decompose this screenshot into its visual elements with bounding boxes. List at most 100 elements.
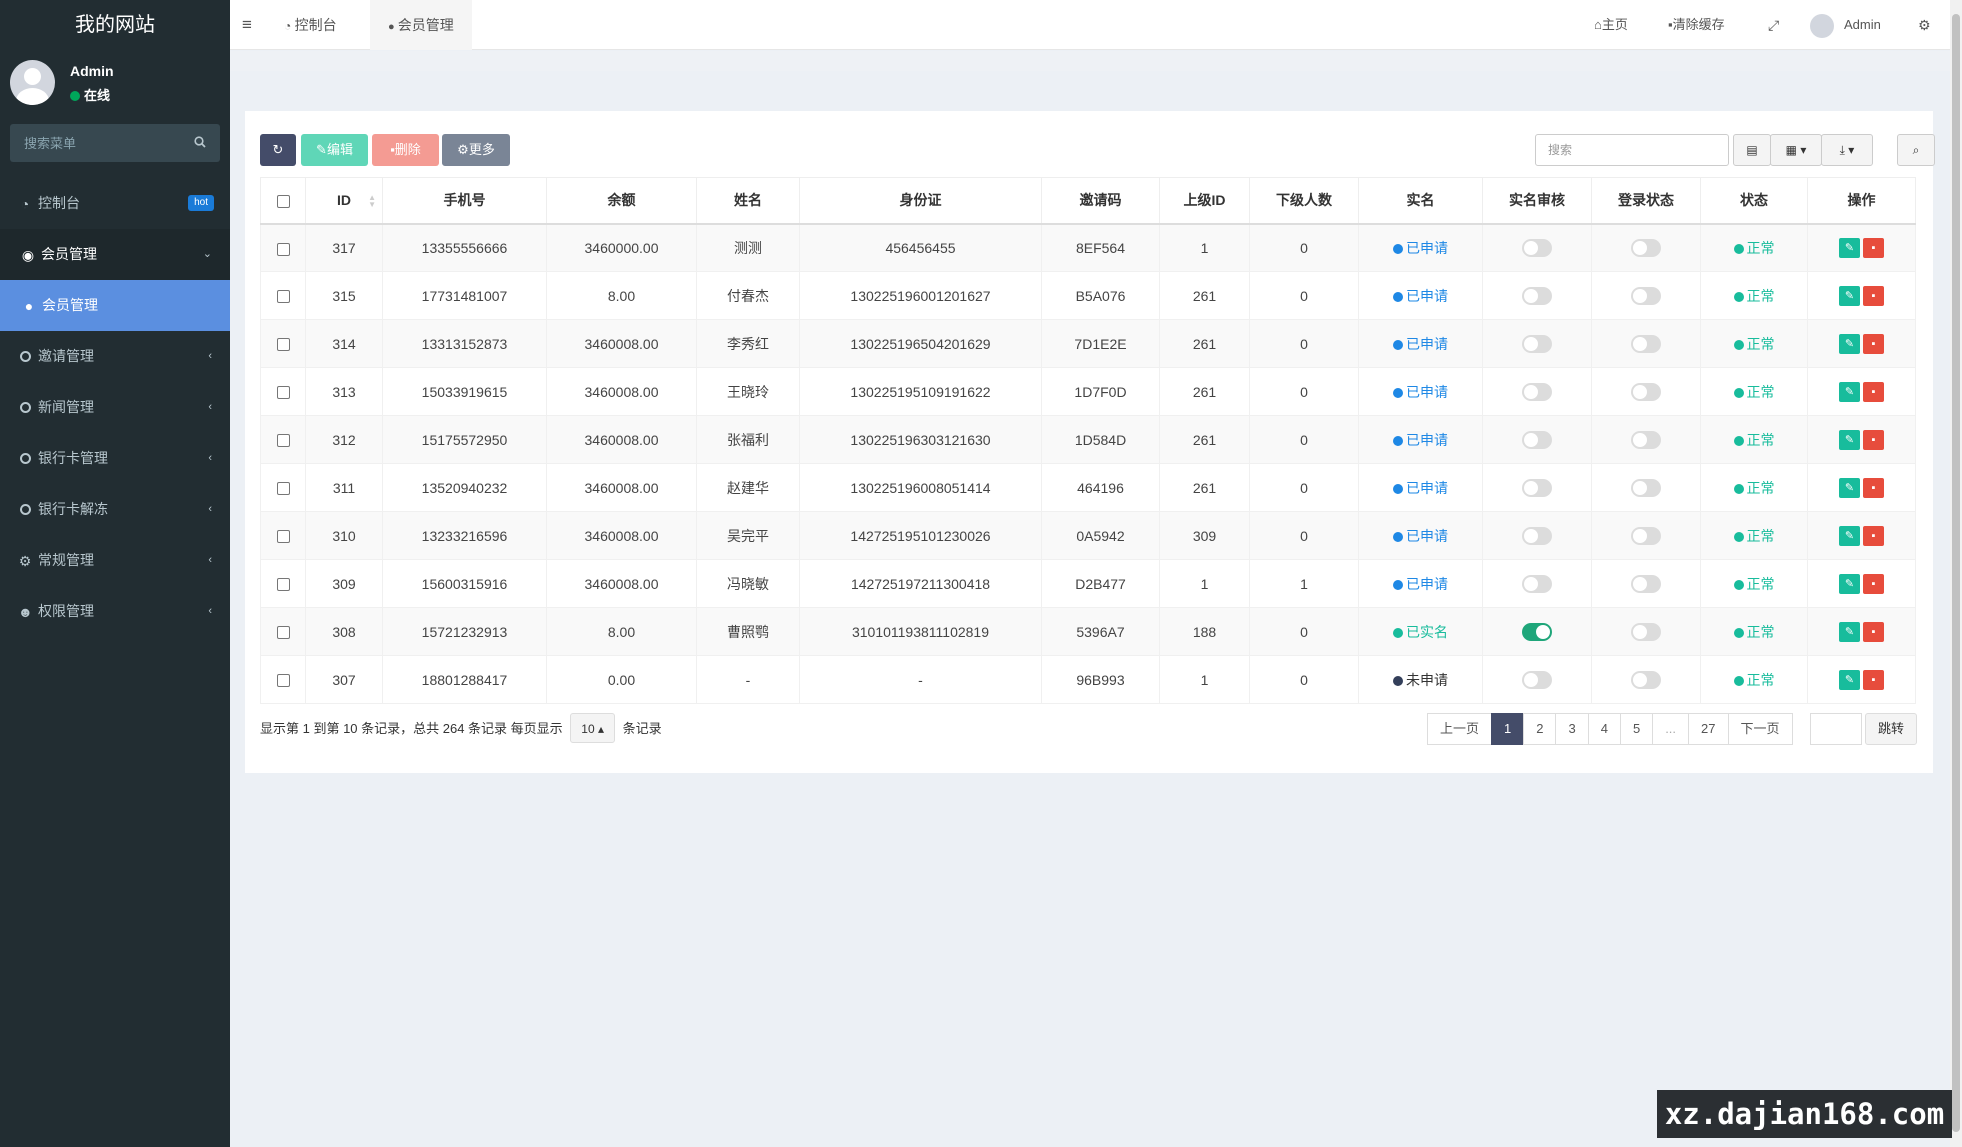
row-edit-button[interactable]: ✎ bbox=[1839, 621, 1860, 642]
page-scrollbar[interactable] bbox=[1950, 0, 1962, 1147]
realname-audit-toggle[interactable] bbox=[1522, 574, 1552, 593]
sidebar-toggle-icon[interactable]: ≡ bbox=[242, 0, 252, 50]
page-button-3[interactable]: 3 bbox=[1555, 713, 1589, 745]
search-icon[interactable] bbox=[194, 136, 206, 148]
table-row[interactable]: 310 13233216596 3460008.00 吴完平 1427251951012… bbox=[260, 511, 1916, 560]
delete-button[interactable]: ▪删除 bbox=[372, 134, 439, 166]
row-edit-button[interactable]: ✎ bbox=[1839, 573, 1860, 594]
realname-audit-toggle[interactable] bbox=[1522, 382, 1552, 401]
tab-member-management[interactable]: ● 会员管理 bbox=[370, 0, 472, 50]
column-header-id[interactable]: ID ▲ ▼ bbox=[305, 177, 383, 225]
home-link[interactable]: ⌂主页 bbox=[1594, 0, 1628, 50]
row-edit-button[interactable]: ✎ bbox=[1839, 669, 1860, 690]
login-status-toggle[interactable] bbox=[1631, 670, 1661, 689]
realname-audit-toggle[interactable] bbox=[1522, 238, 1552, 257]
row-checkbox[interactable] bbox=[276, 626, 290, 640]
table-row[interactable]: 311 13520940232 3460008.00 赵建华 1302251960080… bbox=[260, 463, 1916, 512]
login-status-toggle[interactable] bbox=[1631, 382, 1661, 401]
prev-page-button[interactable]: 上一页 bbox=[1427, 713, 1493, 745]
row-delete-button[interactable]: ▪ bbox=[1863, 669, 1884, 690]
login-status-toggle[interactable] bbox=[1631, 430, 1661, 449]
scrollbar-thumb[interactable] bbox=[1952, 14, 1960, 1132]
login-status-toggle[interactable] bbox=[1631, 622, 1661, 641]
sidebar-item-invite-management[interactable]: 邀请管理 ‹ bbox=[0, 331, 230, 382]
toggle-view-button[interactable]: ▤ bbox=[1733, 134, 1771, 166]
export-dropdown-button[interactable]: ⤓ ▾ bbox=[1821, 134, 1873, 166]
sidebar-search-input[interactable] bbox=[10, 124, 180, 162]
more-button[interactable]: ⚙更多 bbox=[442, 134, 510, 166]
row-delete-button[interactable]: ▪ bbox=[1863, 237, 1884, 258]
row-delete-button[interactable]: ▪ bbox=[1863, 429, 1884, 450]
row-edit-button[interactable]: ✎ bbox=[1839, 477, 1860, 498]
realname-audit-toggle[interactable] bbox=[1522, 334, 1552, 353]
search-toggle-button[interactable]: ⌕ bbox=[1897, 134, 1935, 166]
row-edit-button[interactable]: ✎ bbox=[1839, 525, 1860, 546]
columns-dropdown-button[interactable]: ▦ ▾ bbox=[1770, 134, 1822, 166]
table-search-input[interactable] bbox=[1535, 134, 1729, 166]
realname-audit-toggle[interactable] bbox=[1522, 670, 1552, 689]
login-status-toggle[interactable] bbox=[1631, 478, 1661, 497]
jump-page-input[interactable] bbox=[1810, 713, 1862, 745]
row-delete-button[interactable]: ▪ bbox=[1863, 285, 1884, 306]
edit-button[interactable]: ✎编辑 bbox=[301, 134, 368, 166]
row-delete-button[interactable]: ▪ bbox=[1863, 333, 1884, 354]
sidebar-item-member-management[interactable]: ◉ 会员管理 ⌄ bbox=[0, 229, 230, 280]
login-status-toggle[interactable] bbox=[1631, 334, 1661, 353]
row-delete-button[interactable]: ▪ bbox=[1863, 477, 1884, 498]
row-edit-button[interactable]: ✎ bbox=[1839, 381, 1860, 402]
table-row[interactable]: 315 17731481007 8.00 付春杰 130225196001201627 B… bbox=[260, 271, 1916, 320]
row-edit-button[interactable]: ✎ bbox=[1839, 237, 1860, 258]
table-row[interactable]: 308 15721232913 8.00 曹照鹗 310101193811102819 5… bbox=[260, 607, 1916, 656]
sidebar-item-bankcard-unfreeze[interactable]: 银行卡解冻 ‹ bbox=[0, 484, 230, 535]
realname-audit-toggle[interactable] bbox=[1522, 286, 1552, 305]
sort-icon[interactable]: ▲ ▼ bbox=[368, 194, 376, 209]
sidebar-item-bankcard-management[interactable]: 银行卡管理 ‹ bbox=[0, 433, 230, 484]
page-button-2[interactable]: 2 bbox=[1523, 713, 1557, 745]
tab-dashboard[interactable]: ◔ 控制台 bbox=[270, 0, 351, 50]
page-button-27[interactable]: 27 bbox=[1688, 713, 1729, 745]
row-checkbox[interactable] bbox=[276, 482, 290, 496]
page-button-4[interactable]: 4 bbox=[1587, 713, 1621, 745]
row-delete-button[interactable]: ▪ bbox=[1863, 621, 1884, 642]
admin-menu[interactable]: Admin bbox=[1810, 0, 1881, 50]
realname-audit-toggle[interactable] bbox=[1522, 526, 1552, 545]
table-row[interactable]: 309 15600315916 3460008.00 冯晓敏 1427251972113… bbox=[260, 559, 1916, 608]
table-row[interactable]: 312 15175572950 3460008.00 张福利 1302251963031… bbox=[260, 415, 1916, 464]
table-row[interactable]: 307 18801288417 0.00- -96B993 1 0 未申请 正常 ✎ ▪ bbox=[260, 655, 1916, 704]
page-size-dropdown[interactable]: 10 ▴ bbox=[570, 713, 616, 743]
row-checkbox[interactable] bbox=[276, 434, 290, 448]
login-status-toggle[interactable] bbox=[1631, 238, 1661, 257]
row-delete-button[interactable]: ▪ bbox=[1863, 381, 1884, 402]
row-checkbox[interactable] bbox=[276, 578, 290, 592]
login-status-toggle[interactable] bbox=[1631, 286, 1661, 305]
sidebar-subitem-member-management[interactable]: ● 会员管理 bbox=[0, 280, 230, 331]
select-all-checkbox[interactable] bbox=[276, 195, 290, 209]
sidebar-item-general-management[interactable]: ⚙ 常规管理 ‹ bbox=[0, 535, 230, 586]
row-edit-button[interactable]: ✎ bbox=[1839, 333, 1860, 354]
row-delete-button[interactable]: ▪ bbox=[1863, 525, 1884, 546]
realname-audit-toggle[interactable] bbox=[1522, 430, 1552, 449]
row-edit-button[interactable]: ✎ bbox=[1839, 429, 1860, 450]
realname-audit-toggle[interactable] bbox=[1522, 478, 1552, 497]
refresh-button[interactable]: ↻ bbox=[260, 134, 296, 166]
realname-audit-toggle[interactable] bbox=[1522, 622, 1552, 641]
login-status-toggle[interactable] bbox=[1631, 574, 1661, 593]
sidebar-item-dashboard[interactable]: ◔ 控制台 hot bbox=[0, 178, 230, 229]
table-row[interactable]: 314 13313152873 3460008.00 李秀红 1302251965042… bbox=[260, 319, 1916, 368]
page-button-5[interactable]: 5 bbox=[1619, 713, 1654, 745]
row-checkbox[interactable] bbox=[276, 386, 290, 400]
row-checkbox[interactable] bbox=[276, 242, 290, 256]
login-status-toggle[interactable] bbox=[1631, 526, 1661, 545]
clear-cache-button[interactable]: ▪清除缓存 bbox=[1668, 0, 1725, 50]
row-checkbox[interactable] bbox=[276, 674, 290, 688]
row-checkbox[interactable] bbox=[276, 338, 290, 352]
next-page-button[interactable]: 下一页 bbox=[1727, 713, 1793, 745]
site-logo[interactable]: 我的网站 bbox=[0, 0, 230, 50]
fullscreen-icon[interactable]: ⤢ bbox=[1768, 0, 1779, 50]
row-checkbox[interactable] bbox=[276, 530, 290, 544]
page-button-1[interactable]: 1 bbox=[1491, 713, 1525, 745]
table-row[interactable]: 317 13355556666 3460000.00 测测 456456455 8EF56… bbox=[260, 223, 1916, 272]
jump-button[interactable]: 跳转 bbox=[1865, 713, 1917, 745]
table-row[interactable]: 313 15033919615 3460008.00 王晓玲 1302251951091… bbox=[260, 367, 1916, 416]
settings-gear-icon[interactable]: ⚙ bbox=[1918, 0, 1931, 50]
